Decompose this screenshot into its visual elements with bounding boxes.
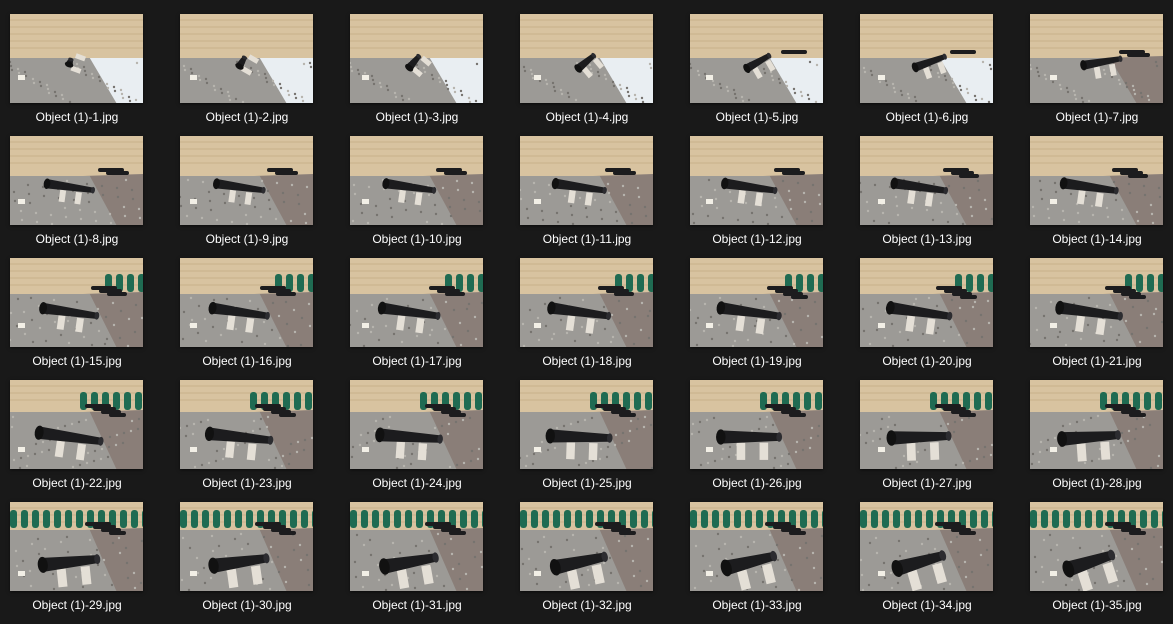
file-thumbnail[interactable]: [1030, 502, 1163, 591]
file-item[interactable]: Object (1)-23.jpg: [170, 366, 330, 490]
file-item[interactable]: Object (1)-1.jpg: [0, 0, 160, 124]
file-item[interactable]: Object (1)-20.jpg: [850, 244, 1010, 368]
file-thumbnail[interactable]: [180, 258, 313, 347]
file-thumbnail[interactable]: [1030, 380, 1163, 469]
file-thumbnail[interactable]: [520, 136, 653, 225]
file-item[interactable]: Object (1)-33.jpg: [680, 488, 840, 612]
file-item[interactable]: Object (1)-31.jpg: [340, 488, 500, 612]
file-item[interactable]: Object (1)-28.jpg: [1020, 366, 1173, 490]
file-thumbnail[interactable]: [350, 502, 483, 591]
file-item[interactable]: Object (1)-24.jpg: [340, 366, 500, 490]
file-item[interactable]: Object (1)-6.jpg: [850, 0, 1010, 124]
file-thumbnail[interactable]: [180, 380, 313, 469]
file-item[interactable]: Object (1)-35.jpg: [1020, 488, 1173, 612]
file-thumbnail[interactable]: [860, 14, 993, 103]
file-name[interactable]: Object (1)-30.jpg: [162, 597, 332, 613]
file-thumbnail[interactable]: [690, 258, 823, 347]
file-item[interactable]: Object (1)-5.jpg: [680, 0, 840, 124]
file-name[interactable]: Object (1)-32.jpg: [502, 597, 672, 613]
file-thumbnail[interactable]: [860, 136, 993, 225]
file-name[interactable]: Object (1)-34.jpg: [842, 597, 1012, 613]
file-thumbnail[interactable]: [350, 14, 483, 103]
file-thumbnail[interactable]: [180, 14, 313, 103]
file-item[interactable]: Object (1)-17.jpg: [340, 244, 500, 368]
file-item[interactable]: Object (1)-27.jpg: [850, 366, 1010, 490]
file-thumbnail[interactable]: [520, 380, 653, 469]
file-thumbnail[interactable]: [10, 502, 143, 591]
file-thumbnail[interactable]: [10, 14, 143, 103]
file-thumbnail[interactable]: [520, 258, 653, 347]
file-item[interactable]: Object (1)-29.jpg: [0, 488, 162, 613]
file-item[interactable]: Object (1)-19.jpg: [680, 244, 840, 368]
file-item[interactable]: Object (1)-18.jpg: [510, 244, 670, 368]
file-name[interactable]: Object (1)-33.jpg: [672, 597, 842, 613]
file-item[interactable]: Object (1)-8.jpg: [0, 122, 160, 246]
file-item[interactable]: Object (1)-26.jpg: [680, 366, 840, 490]
file-item[interactable]: Object (1)-7.jpg: [1020, 0, 1173, 124]
file-item[interactable]: Object (1)-11.jpg: [510, 122, 670, 246]
file-thumbnail[interactable]: [690, 502, 823, 591]
file-name[interactable]: Object (1)-29.jpg: [0, 597, 162, 613]
file-item[interactable]: Object (1)-15.jpg: [0, 244, 160, 368]
file-item[interactable]: Object (1)-16.jpg: [170, 244, 330, 368]
file-thumbnail[interactable]: [690, 380, 823, 469]
file-thumbnail[interactable]: [860, 502, 993, 591]
file-thumbnail[interactable]: [350, 258, 483, 347]
thumbnail-grid: Object (1)-1.jpg Object (1)-2.jpg Object (…: [0, 0, 1173, 624]
file-item[interactable]: Object (1)-34.jpg: [850, 488, 1010, 612]
file-thumbnail[interactable]: [180, 502, 313, 591]
file-thumbnail[interactable]: [180, 136, 313, 225]
file-item[interactable]: Object (1)-4.jpg: [510, 0, 670, 124]
file-item[interactable]: Object (1)-12.jpg: [680, 122, 840, 246]
file-thumbnail[interactable]: [1030, 14, 1163, 103]
file-thumbnail[interactable]: [1030, 258, 1163, 347]
file-item[interactable]: Object (1)-3.jpg: [340, 0, 500, 124]
file-item[interactable]: Object (1)-10.jpg: [340, 122, 500, 246]
file-item[interactable]: Object (1)-22.jpg: [0, 366, 160, 490]
file-item[interactable]: Object (1)-9.jpg: [170, 122, 330, 246]
file-item[interactable]: Object (1)-32.jpg: [510, 488, 670, 612]
file-thumbnail[interactable]: [690, 136, 823, 225]
file-item[interactable]: Object (1)-14.jpg: [1020, 122, 1173, 246]
file-item[interactable]: Object (1)-21.jpg: [1020, 244, 1173, 368]
file-thumbnail[interactable]: [690, 14, 823, 103]
file-thumbnail[interactable]: [10, 380, 143, 469]
file-thumbnail[interactable]: [10, 136, 143, 225]
file-item[interactable]: Object (1)-30.jpg: [170, 488, 330, 612]
file-thumbnail[interactable]: [10, 258, 143, 347]
file-item[interactable]: Object (1)-13.jpg: [850, 122, 1010, 246]
file-name[interactable]: Object (1)-35.jpg: [1012, 597, 1173, 613]
file-thumbnail[interactable]: [350, 380, 483, 469]
file-thumbnail[interactable]: [1030, 136, 1163, 225]
file-item[interactable]: Object (1)-25.jpg: [510, 366, 670, 490]
file-thumbnail[interactable]: [520, 502, 653, 591]
file-thumbnail[interactable]: [860, 380, 993, 469]
file-thumbnail[interactable]: [520, 14, 653, 103]
file-name[interactable]: Object (1)-31.jpg: [332, 597, 502, 613]
file-thumbnail[interactable]: [350, 136, 483, 225]
file-item[interactable]: Object (1)-2.jpg: [170, 0, 330, 124]
file-thumbnail[interactable]: [860, 258, 993, 347]
